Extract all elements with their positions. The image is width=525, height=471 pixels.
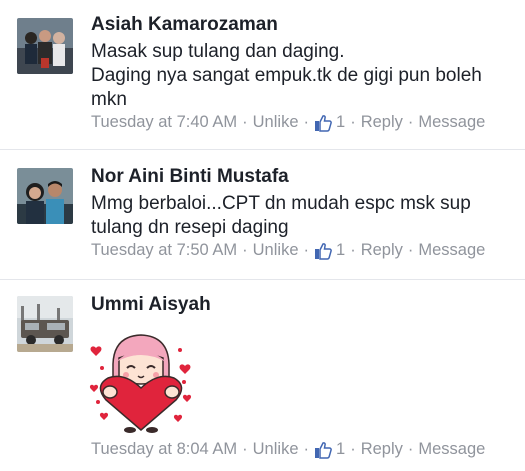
commenter-name[interactable]: Nor Aini Binti Mustafa [91,166,289,188]
separator: · [407,440,414,458]
reply-link[interactable]: Reply [361,440,403,459]
comment-item: Ummi Aisyah Tuesday at 8:04 AM · Unlike … [0,280,525,471]
comment-meta: Tuesday at 8:04 AM · Unlike · 1 · Reply … [91,440,485,459]
comment-time[interactable]: Tuesday at 7:40 AM [91,113,237,132]
separator: · [242,113,248,131]
avatar[interactable] [17,18,73,74]
comment-text: Mmg berbaloi...CPT dn mudah espc msk sup… [91,192,511,240]
comment-time[interactable]: Tuesday at 7:50 AM [91,241,237,260]
reply-link[interactable]: Reply [361,113,403,132]
separator: · [303,113,310,131]
separator: · [407,113,414,131]
like-count[interactable]: 1 [336,440,345,459]
comment-text: Masak sup tulang dan daging. Daging nya … [91,40,511,112]
separator: · [350,241,356,259]
separator: · [350,440,356,458]
comment-item: Asiah Kamarozaman Masak sup tulang dan d… [0,0,525,150]
like-count[interactable]: 1 [336,113,345,132]
comment-line: mkn [91,89,127,110]
thumbs-up-icon[interactable] [314,114,332,132]
message-link[interactable]: Message [418,241,485,260]
girl-holding-heart-sticker[interactable] [86,328,196,436]
unlike-link[interactable]: Unlike [253,440,299,459]
separator: · [350,113,356,131]
comment-meta: Tuesday at 7:50 AM · Unlike · 1 · Reply … [91,241,485,260]
comment-item: Nor Aini Binti Mustafa Mmg berbaloi...CP… [0,150,525,280]
separator: · [303,241,310,259]
comment-time[interactable]: Tuesday at 8:04 AM [91,440,237,459]
avatar[interactable] [17,168,73,224]
thumbs-up-icon[interactable] [314,441,332,459]
separator: · [303,440,310,458]
unlike-link[interactable]: Unlike [253,113,299,132]
thumbs-up-icon[interactable] [314,242,332,260]
commenter-name[interactable]: Asiah Kamarozaman [91,14,278,36]
reply-link[interactable]: Reply [361,241,403,260]
comment-line: tulang dn resepi daging [91,217,289,238]
message-link[interactable]: Message [418,113,485,132]
like-count[interactable]: 1 [336,241,345,260]
commenter-name[interactable]: Ummi Aisyah [91,294,211,316]
avatar[interactable] [17,296,73,352]
message-link[interactable]: Message [418,440,485,459]
comment-line: Mmg berbaloi...CPT dn mudah espc msk sup [91,193,471,214]
comment-meta: Tuesday at 7:40 AM · Unlike · 1 · Reply … [91,113,485,132]
comment-line: Masak sup tulang dan daging. [91,41,345,62]
separator: · [407,241,414,259]
separator: · [242,440,248,458]
unlike-link[interactable]: Unlike [253,241,299,260]
comment-line: Daging nya sangat empuk.tk de gigi pun b… [91,65,482,86]
separator: · [242,241,248,259]
